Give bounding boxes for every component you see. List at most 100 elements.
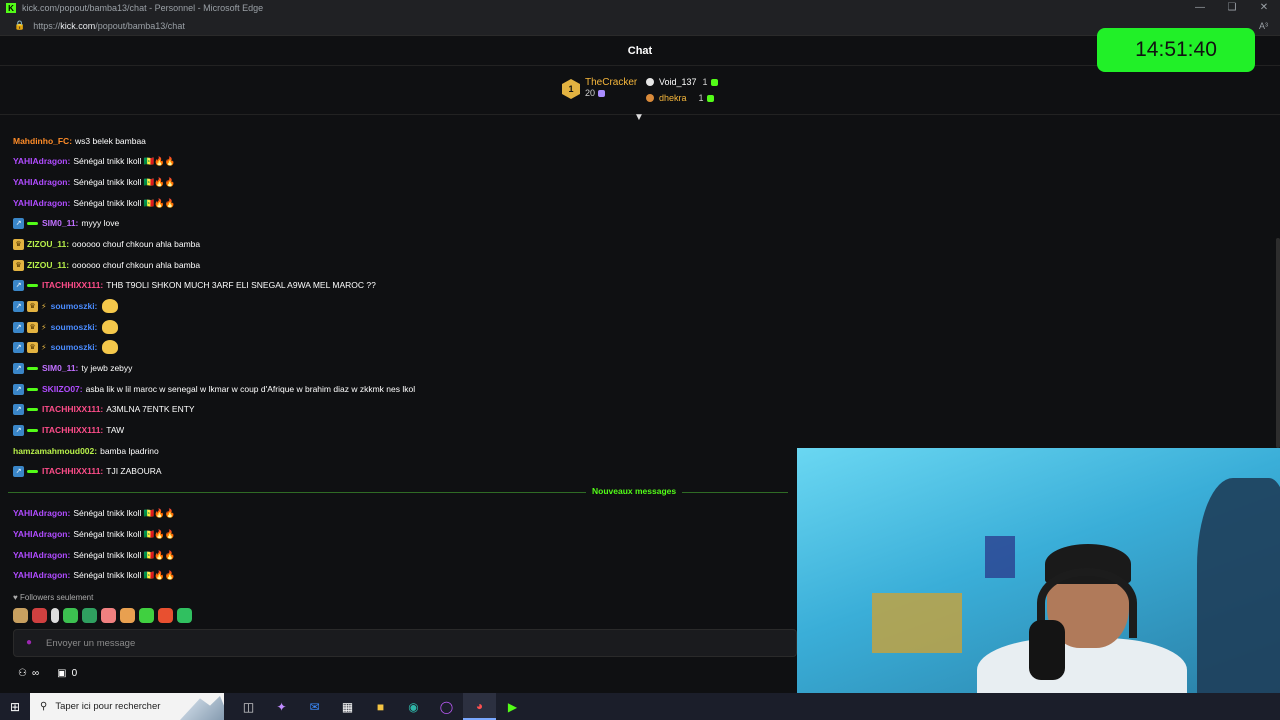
leaderboard-third[interactable]: dhekra 1 [646,90,718,106]
edge-icon[interactable]: ◉ [397,693,430,720]
chat-username[interactable]: ZIZOU_11: [27,260,69,270]
leaderboard-second-count: 1 [702,77,708,87]
moderator-badge-icon: ↗ [13,321,24,333]
copilot-icon[interactable]: ✦ [265,693,298,720]
chat-username[interactable]: soumoszki: [51,342,98,352]
obs-icon[interactable]: ◕ [463,693,496,720]
chat-text: asba lik w lil maroc w senegal w lkmar w… [85,384,416,394]
chat-username[interactable]: SKIIZO07: [42,384,83,394]
chat-text: oooooo chouf chkoun ahla bamba [72,260,201,270]
chat-username[interactable]: ITACHHIXX111: [42,280,103,290]
chat-text: TAW [106,425,125,435]
gift-icon [710,78,718,86]
cat-emote-icon [102,340,119,354]
crown-badge-icon: ♛ [27,341,38,353]
emote-icon[interactable] [51,608,59,623]
chat-username[interactable]: YAHIAdragon: [13,550,70,560]
close-icon[interactable]: ✕ [1248,0,1280,16]
leaderboard-second-name: Void_137 [659,77,697,87]
chat-username[interactable]: YAHIAdragon: [13,156,70,166]
chat-username[interactable]: YAHIAdragon: [13,198,70,208]
chat-message: ↗ SIM0_11: myyy love [13,216,119,230]
subscriber-badge-icon [27,469,38,473]
chat-username[interactable]: hamzamahmoud002: [13,446,97,456]
emote-icon[interactable] [63,608,78,623]
chat-message: ↗ SKIIZO07: asba lik w lil maroc w senegal… [13,382,415,396]
file-explorer-icon[interactable]: ■ [364,693,397,720]
emote-icon[interactable] [120,608,135,623]
chat-username[interactable]: soumoszki: [51,322,98,332]
messenger-icon[interactable]: ◯ [430,693,463,720]
lightning-badge-icon: ⚡ [41,342,47,352]
users-icon: ⚇ [18,668,27,679]
subscriber-badge-icon [27,387,38,391]
moderator-badge-icon: ↗ [13,362,24,374]
task-view-icon[interactable]: ◫ [232,693,265,720]
chat-username[interactable]: ZIZOU_11: [27,239,69,249]
chat-username[interactable]: SIM0_11: [42,218,78,228]
leaderboard-second[interactable]: Void_137 1 [646,74,718,90]
chat-scrollbar[interactable] [1276,238,1280,448]
chat-input[interactable] [46,637,796,649]
emote-icon[interactable] [139,608,154,623]
microphone-icon[interactable]: ● [26,637,36,649]
chat-message: YAHIAdragon: Sénégal tnikk lkoll 🇸🇳🔥🔥 [13,568,175,582]
kick-logo-icon: K [6,3,16,13]
outlook-icon[interactable]: ✉ [298,693,331,720]
chat-text: ty jewb zebyy [81,363,133,373]
taskbar-search[interactable]: ⚲ Taper ici pour rechercher [30,693,224,720]
slow-mode-indicator[interactable]: ⚇ ∞ [18,668,39,679]
chat-message: YAHIAdragon: Sénégal tnikk lkoll 🇸🇳🔥🔥 [13,527,175,541]
chat-username[interactable]: SIM0_11: [42,363,78,373]
lock-icon[interactable]: 🔒 [14,20,25,31]
chat-username[interactable]: ITACHHIXX111: [42,404,103,414]
emote-icon[interactable] [158,608,173,623]
cat-emote-icon [102,320,119,334]
subscriber-badge-icon [27,283,38,287]
silver-medal-icon [646,78,654,86]
chat-username[interactable]: ITACHHIXX111: [42,466,103,476]
gift-count[interactable]: ▣ 0 [57,668,77,679]
chat-message: ↗ ♛ ⚡ soumoszki: [13,340,119,354]
subscriber-badge-icon [27,428,38,432]
chat-username[interactable]: YAHIAdragon: [13,570,70,580]
webcam-overlay [797,448,1280,693]
chat-username[interactable]: Mahdinho_FC: [13,136,72,146]
chat-username[interactable]: soumoszki: [51,301,98,311]
chat-text: Sénégal tnikk lkoll 🇸🇳🔥🔥 [73,155,176,166]
clock-time: 14:51:40 [1135,38,1217,61]
chat-username[interactable]: YAHIAdragon: [13,177,70,187]
moderator-badge-icon: ↗ [13,424,24,436]
lightning-badge-icon: ⚡ [41,322,47,332]
chat-message: ↗ ♛ ⚡ soumoszki: [13,299,119,313]
taskbar-apps: ◫ ✦ ✉ ▦ ■ ◉ ◯ ◕ ▶ [232,693,529,720]
followers-only-notice: ♥ Followers seulement [13,593,93,602]
slow-mode-value: ∞ [31,668,40,679]
reader-mode-icon[interactable]: A³ [1259,21,1268,31]
kick-app-icon[interactable]: ▶ [496,693,529,720]
chat-username[interactable]: YAHIAdragon: [13,529,70,539]
clock-overlay: 14:51:40 [1097,28,1255,72]
cat-emote-icon [102,299,119,313]
store-icon[interactable]: ▦ [331,693,364,720]
restore-icon[interactable]: ❑ [1216,0,1248,16]
emote-icon[interactable] [13,608,28,623]
chat-title: Chat [627,44,653,57]
windows-start-icon[interactable]: ⊞ [0,693,30,720]
emote-icon[interactable] [32,608,47,623]
minimize-icon[interactable]: — [1184,0,1216,16]
chat-input-box[interactable]: ● [13,629,797,657]
emote-icon[interactable] [101,608,116,623]
chat-text: Sénégal tnikk lkoll 🇸🇳🔥🔥 [73,176,176,187]
chat-username[interactable]: YAHIAdragon: [13,508,70,518]
gift-box-icon: ▣ [57,668,67,679]
emote-icon[interactable] [82,608,97,623]
url-host: kick.com [60,20,96,31]
address-bar[interactable]: 🔒 https://kick.com/popout/bamba13/chat A… [0,16,1280,36]
chat-footer-tools: ⚇ ∞ ▣ 0 [18,668,95,679]
chat-message: Mahdinho_FC: ws3 belek bambaa [13,134,146,148]
leaderboard-first[interactable]: 1 TheCracker 20 [562,77,637,99]
emote-icon[interactable] [177,608,192,623]
chat-username[interactable]: ITACHHIXX111: [42,425,103,435]
chat-message: YAHIAdragon: Sénégal tnikk lkoll 🇸🇳🔥🔥 [13,506,175,520]
